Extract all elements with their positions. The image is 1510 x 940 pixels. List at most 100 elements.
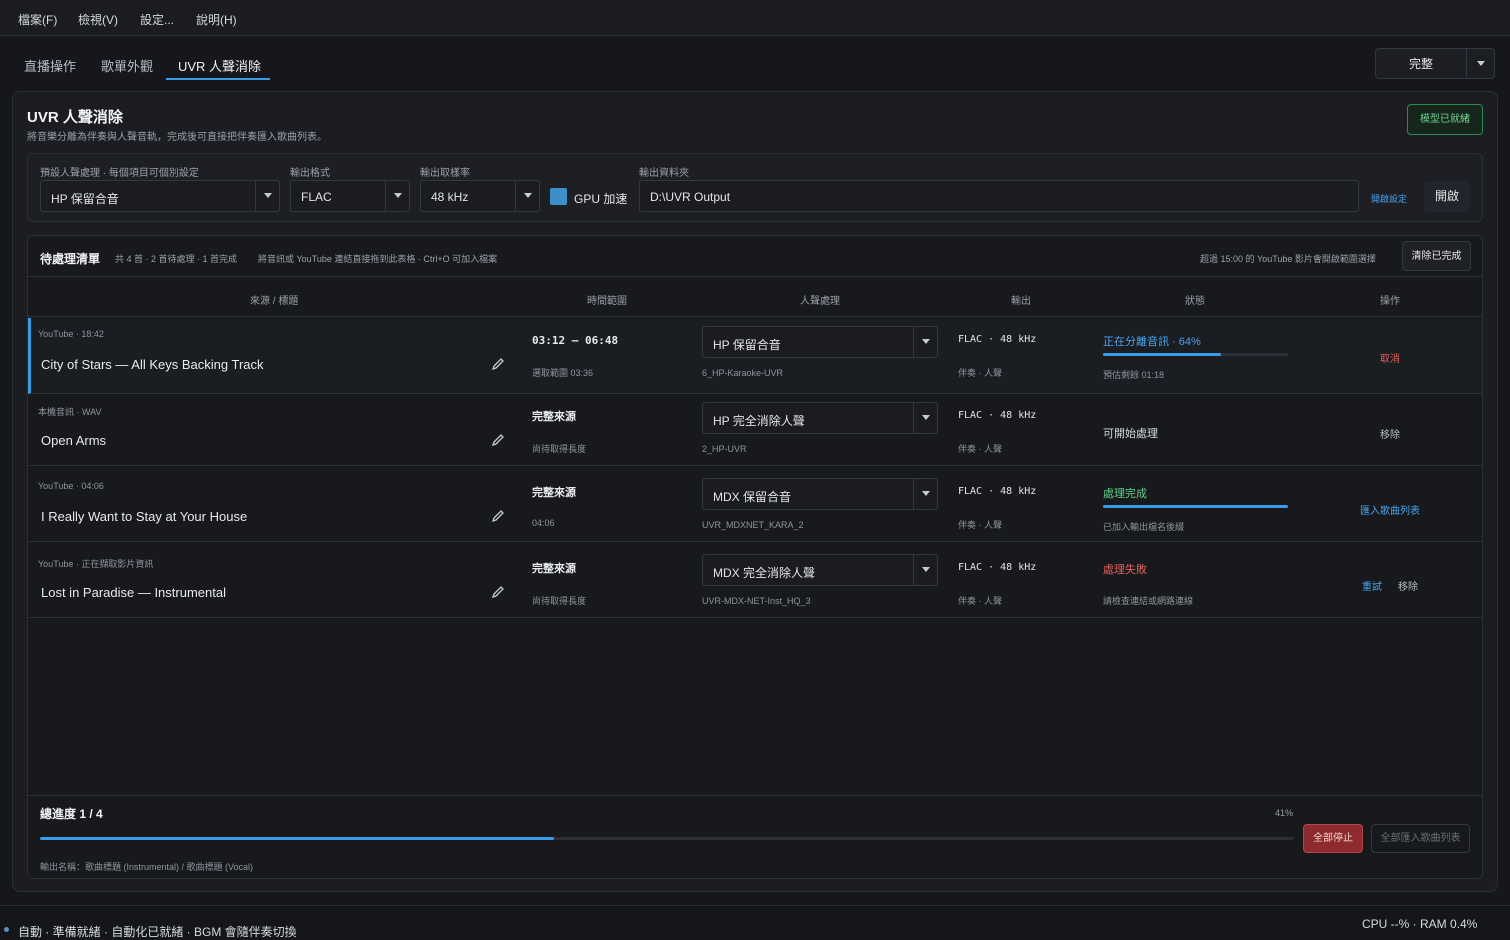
- import-to-playlist-button[interactable]: 匯入歌曲列表: [1360, 502, 1420, 517]
- row-range: 完整來源: [532, 411, 576, 423]
- row-process-select[interactable]: MDX 完全消除人聲: [702, 554, 938, 586]
- format-label: 輸出格式: [290, 168, 330, 179]
- rate-value: 48 kHz: [431, 190, 469, 204]
- remove-button[interactable]: 移除: [1398, 578, 1418, 593]
- remove-button[interactable]: 移除: [1380, 426, 1400, 441]
- col-range: 時間範圍: [587, 296, 627, 307]
- row-output: FLAC · 48 kHz: [958, 410, 1037, 421]
- chevron-down-icon: [922, 567, 930, 572]
- row-meta: 本機音訊 · WAV: [38, 407, 102, 417]
- row-status: 可開始處理: [1103, 428, 1158, 440]
- gpu-label: GPU 加速: [574, 192, 628, 206]
- panel-title: UVR 人聲消除: [27, 109, 123, 126]
- row-output: FLAC · 48 kHz: [958, 334, 1037, 345]
- column-header-row: [28, 276, 1482, 317]
- col-output: 輸出: [1011, 296, 1031, 307]
- row-process-select[interactable]: HP 保留合音: [702, 326, 938, 358]
- retry-button[interactable]: 重試: [1362, 578, 1382, 593]
- row-process-value: HP 保留合音: [713, 338, 781, 352]
- pencil-icon[interactable]: [491, 585, 505, 599]
- row-range: 完整來源: [532, 563, 576, 575]
- format-select[interactable]: FLAC: [290, 180, 410, 212]
- tab-uvr[interactable]: UVR 人聲消除: [178, 56, 261, 75]
- chevron-down-icon: [922, 491, 930, 496]
- row-status-sub: 已加入輸出檔名後綴: [1103, 522, 1185, 532]
- status-dot-icon: [4, 927, 9, 932]
- resource-usage: CPU --% · RAM 0.4%: [1362, 917, 1478, 931]
- folder-input[interactable]: D:\UVR Output: [639, 180, 1359, 212]
- row-title: Open Arms: [41, 433, 107, 448]
- row-model: 6_HP-Karaoke-UVR: [702, 368, 784, 378]
- row-status: 處理失敗: [1103, 564, 1147, 576]
- menubar: 檔案(F) 檢視(V) 設定... 說明(H): [0, 0, 1510, 36]
- advanced-settings-link[interactable]: 開啟設定: [1371, 192, 1407, 205]
- pencil-icon[interactable]: [491, 509, 505, 523]
- row-model: UVR_MDXNET_KARA_2: [702, 520, 804, 530]
- total-progress-percent: 41%: [1275, 808, 1294, 818]
- row-title: I Really Want to Stay at Your House: [41, 509, 248, 524]
- row-range-sub: 選取範圍 03:36: [532, 368, 594, 378]
- row-output-sub: 伴奏 · 人聲: [958, 520, 1002, 530]
- row-process-select[interactable]: MDX 保留合音: [702, 478, 938, 510]
- row-status-sub: 請檢查連結或網路連線: [1103, 596, 1194, 606]
- row-output-sub: 伴奏 · 人聲: [958, 444, 1002, 454]
- rate-select[interactable]: 48 kHz: [420, 180, 540, 212]
- menu-file[interactable]: 檔案(F): [18, 11, 57, 28]
- row-process-value: HP 完全消除人聲: [713, 414, 805, 428]
- row-range-sub: 04:06: [532, 518, 555, 528]
- preset-label: 預設人聲處理 · 每個項目可個別設定: [40, 168, 199, 179]
- menu-help[interactable]: 說明(H): [196, 11, 237, 28]
- row-output: FLAC · 48 kHz: [958, 562, 1037, 573]
- row-title: Lost in Paradise — Instrumental: [41, 585, 226, 600]
- row-process-select[interactable]: HP 完全消除人聲: [702, 402, 938, 434]
- format-value: FLAC: [301, 190, 332, 204]
- queue-summary: 共 4 首 · 2 首待處理 · 1 首完成: [115, 254, 238, 264]
- menu-settings[interactable]: 設定...: [140, 11, 174, 28]
- folder-label: 輸出資料夾: [639, 168, 689, 179]
- chevron-down-icon: [922, 415, 930, 420]
- total-progress-fill: [40, 837, 555, 840]
- row-range: 03:12 – 06:48: [532, 334, 619, 347]
- row-model: 2_HP-UVR: [702, 444, 747, 454]
- menu-view[interactable]: 檢視(V): [78, 11, 118, 28]
- row-process-value: MDX 完全消除人聲: [713, 566, 816, 580]
- chevron-down-icon: [394, 193, 402, 198]
- stop-all-button[interactable]: 全部停止: [1303, 824, 1363, 853]
- active-tab-indicator: [166, 78, 270, 80]
- row-status: 處理完成: [1103, 488, 1147, 500]
- cancel-button[interactable]: 取消: [1380, 350, 1400, 365]
- open-folder-button[interactable]: 開啟: [1424, 181, 1470, 212]
- col-status: 狀態: [1185, 296, 1205, 307]
- row-progress-fill: [1103, 505, 1288, 508]
- row-process-value: MDX 保留合音: [713, 490, 792, 504]
- tab-live[interactable]: 直播操作: [24, 56, 76, 75]
- panel-subtitle: 將音樂分離為伴奏與人聲音軌，完成後可直接把伴奏匯入歌曲列表。: [27, 132, 327, 143]
- col-source: 來源 / 標題: [250, 296, 299, 307]
- row-status: 正在分離音訊 · 64%: [1103, 336, 1201, 348]
- clear-completed-button[interactable]: 清除已完成: [1402, 241, 1471, 271]
- mode-split-button: 完整: [1375, 48, 1495, 79]
- row-progress-fill: [1103, 353, 1222, 356]
- import-all-button[interactable]: 全部匯入歌曲列表: [1371, 824, 1470, 853]
- naming-info: 輸出名稱：歌曲標題 (Instrumental) / 歌曲標題 (Vocal): [40, 862, 254, 872]
- pencil-icon[interactable]: [491, 357, 505, 371]
- mode-button[interactable]: 完整: [1376, 49, 1467, 78]
- preset-select[interactable]: HP 保留合音: [40, 180, 280, 212]
- mode-dropdown[interactable]: [1467, 49, 1495, 78]
- chevron-down-icon: [524, 193, 532, 198]
- folder-value: D:\UVR Output: [650, 190, 731, 204]
- status-text: 自動 · 準備就緒 · 自動化已就緒 · BGM 會隨伴奏切換: [18, 925, 297, 939]
- row-range: 完整來源: [532, 487, 576, 499]
- tab-bar: 直播操作 歌單外觀 UVR 人聲消除: [0, 36, 1510, 88]
- queue-hint: 將音訊或 YouTube 連結直接拖到此表格 · Ctrl+O 可加入檔案: [258, 254, 498, 264]
- rate-label: 輸出取樣率: [420, 168, 470, 179]
- gpu-checkbox[interactable]: [550, 188, 567, 205]
- col-process: 人聲處理: [800, 296, 840, 307]
- pencil-icon[interactable]: [491, 433, 505, 447]
- tab-playlist-appearance[interactable]: 歌單外觀: [101, 56, 153, 75]
- row-output-sub: 伴奏 · 人聲: [958, 596, 1002, 606]
- row-meta: YouTube · 18:42: [38, 329, 104, 339]
- queue-notice: 超過 15:00 的 YouTube 影片會開啟範圍選擇: [1200, 254, 1376, 264]
- row-meta: YouTube · 04:06: [38, 481, 104, 491]
- col-actions: 操作: [1380, 296, 1400, 307]
